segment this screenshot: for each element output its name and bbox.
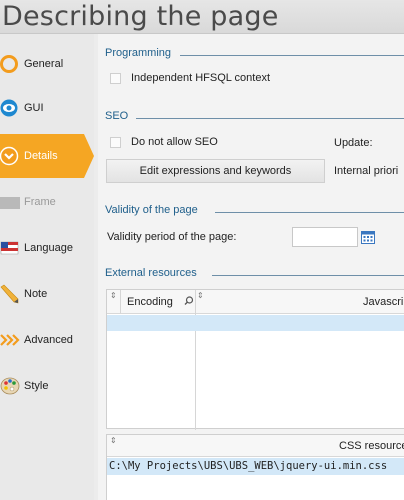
sort-arrows-icon[interactable]: ⇕: [110, 291, 117, 300]
sidebar-item-language[interactable]: Language: [0, 226, 94, 270]
table-row[interactable]: C:\My Projects\UBS\UBS_WEB\jquery-ui.min…: [107, 458, 404, 475]
independent-context-label: Independent HFSQL context: [131, 72, 271, 84]
internal-priority-label: Internal priori: [334, 165, 399, 177]
chevron-down-icon: [0, 146, 19, 166]
table-row-selected[interactable]: [107, 315, 404, 331]
sidebar-item-style[interactable]: Style: [0, 364, 94, 408]
sidebar-item-note[interactable]: Note: [0, 272, 94, 316]
window-title: Describing the page: [2, 1, 279, 32]
eye-icon: [0, 99, 18, 117]
content-panel: Programming Independent HFSQL context SE…: [98, 34, 404, 500]
update-label: Update:: [334, 137, 373, 149]
title-bar: Describing the page: [0, 0, 404, 34]
validity-period-label: Validity period of the page:: [107, 231, 237, 243]
sidebar: General GUI Details Frame Language Note …: [0, 34, 94, 500]
column-header-javascript[interactable]: Javascri: [363, 296, 403, 308]
sidebar-item-label: Details: [24, 150, 58, 162]
no-seo-row[interactable]: Do not allow SEO: [110, 136, 218, 148]
sidebar-item-advanced[interactable]: Advanced: [0, 318, 94, 362]
sidebar-item-label: Note: [24, 288, 48, 300]
frame-icon: [0, 197, 20, 209]
sidebar-item-frame[interactable]: Frame: [0, 180, 94, 224]
column-divider: [195, 290, 196, 430]
section-title-seo: SEO: [105, 110, 129, 122]
independent-context-row[interactable]: Independent HFSQL context: [110, 72, 270, 84]
css-resources-table[interactable]: ⇕ CSS resources C:\My Projects\UBS\UBS_W…: [106, 434, 404, 500]
no-seo-label: Do not allow SEO: [131, 136, 218, 148]
edit-expressions-button[interactable]: Edit expressions and keywords: [106, 159, 325, 183]
sidebar-item-label: GUI: [24, 102, 44, 114]
sidebar-item-details[interactable]: Details: [0, 134, 94, 178]
section-title-programming: Programming: [105, 47, 172, 59]
section-divider: [212, 275, 404, 276]
column-divider: [120, 290, 121, 314]
validity-period-field[interactable]: [292, 227, 375, 247]
independent-context-checkbox[interactable]: [110, 72, 121, 84]
sidebar-item-label: Advanced: [24, 334, 73, 346]
section-divider: [215, 212, 404, 213]
pencil-icon: [0, 284, 19, 304]
table-header: ⇕ Encoding ⇕ Javascri: [107, 290, 404, 314]
sidebar-item-label: General: [24, 58, 64, 70]
sort-arrows-icon[interactable]: ⇕: [197, 291, 204, 300]
sidebar-item-label: Language: [24, 242, 73, 254]
column-header-css-resources[interactable]: CSS resources: [339, 440, 404, 452]
flag-icon: [0, 241, 19, 255]
section-title-validity: Validity of the page: [105, 204, 198, 216]
column-header-encoding[interactable]: Encoding: [127, 296, 173, 308]
css-resource-path: C:\My Projects\UBS\UBS_WEB\jquery-ui.min…: [109, 460, 388, 472]
sidebar-item-label: Frame: [24, 196, 56, 208]
section-divider: [136, 118, 404, 119]
section-title-external: External resources: [105, 267, 197, 279]
table-header: ⇕ CSS resources: [107, 435, 404, 457]
circle-ring-icon: [0, 55, 18, 73]
sidebar-item-gui[interactable]: GUI: [0, 86, 94, 130]
palette-icon: [0, 377, 20, 395]
sidebar-item-general[interactable]: General: [0, 42, 94, 86]
double-chevron-icon: [0, 334, 20, 346]
sort-arrows-icon[interactable]: ⇕: [110, 436, 117, 445]
search-icon[interactable]: [184, 296, 194, 306]
sidebar-item-label: Style: [24, 380, 49, 392]
js-resources-table[interactable]: ⇕ Encoding ⇕ Javascri: [106, 289, 404, 430]
calendar-icon[interactable]: [361, 230, 375, 244]
section-divider: [180, 55, 404, 56]
no-seo-checkbox[interactable]: [110, 136, 121, 148]
